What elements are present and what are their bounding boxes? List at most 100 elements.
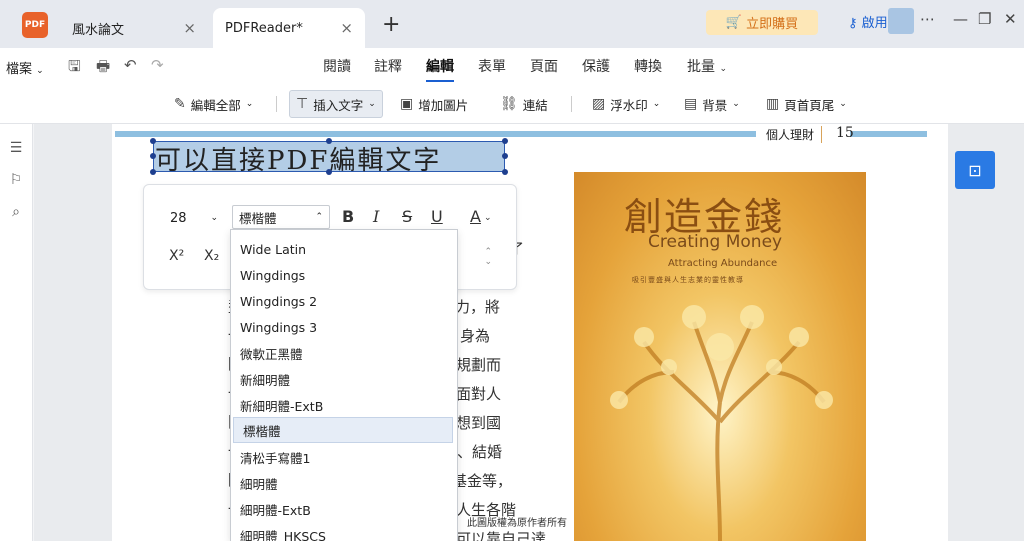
edit-all-button[interactable]: ✎ 編輯全部 ⌄ (168, 90, 259, 118)
more-icon[interactable]: ⋯ (920, 10, 935, 28)
italic-button[interactable]: I (373, 207, 379, 226)
font-family-select[interactable]: 標楷體 ⌃ (232, 205, 330, 229)
book-cover-image[interactable]: 創造金錢 Creating Money Attracting Abundance… (574, 172, 866, 541)
link-button[interactable]: ⛓ 連結 (494, 90, 554, 118)
font-option-selected[interactable]: 標楷體 (233, 417, 453, 443)
chevron-down-icon: ⌄ (210, 213, 218, 223)
resize-handle[interactable] (326, 138, 332, 144)
font-family-value: 標楷體 (239, 210, 277, 226)
font-option[interactable]: 細明體_HKSCS (231, 522, 457, 541)
selected-text[interactable]: 可以直接PDF編輯文字 (155, 140, 441, 177)
body-text-line: 身為 (460, 327, 491, 345)
menu-protect[interactable]: 保護 (582, 56, 610, 76)
maximize-icon[interactable]: ❐ (978, 10, 991, 28)
strikethrough-button[interactable]: S (402, 207, 412, 226)
body-text-line: 想到國 (456, 414, 502, 432)
subscript-button[interactable]: X₂ (204, 248, 219, 264)
insert-text-button[interactable]: ⊤ 插入文字 ⌄ (289, 90, 383, 118)
chevron-down-icon: ⌄ (245, 99, 254, 109)
buy-now-button[interactable]: 🛒 立即購買 (706, 10, 818, 35)
save-icon[interactable]: 🖫 (68, 56, 86, 75)
resize-handle[interactable] (326, 169, 332, 175)
resize-handle[interactable] (150, 153, 156, 159)
font-option[interactable]: Wide Latin (231, 236, 457, 262)
add-image-label: 增加圖片 (418, 97, 469, 113)
resize-handle[interactable] (502, 169, 508, 175)
font-color-button[interactable]: A (470, 207, 481, 226)
menu-batch[interactable]: 批量 ⌄ (687, 56, 727, 76)
app-logo: PDF (22, 12, 48, 38)
new-tab-button[interactable]: + (382, 12, 400, 37)
avatar[interactable] (888, 8, 914, 34)
menu-convert[interactable]: 轉換 (634, 56, 662, 76)
font-option[interactable]: 細明體 (231, 470, 457, 496)
running-header: 個人理財 (766, 128, 815, 142)
cart-icon: 🛒 (725, 15, 743, 30)
body-text-line: 可以靠自己達 (456, 530, 547, 541)
key-icon: ⚷ (848, 16, 858, 31)
chevron-down-icon: ⌄ (839, 99, 847, 109)
add-image-button[interactable]: ▣ 增加圖片 (394, 90, 474, 118)
menu-page[interactable]: 頁面 (530, 56, 558, 76)
divider (276, 96, 277, 112)
menu-form[interactable]: 表單 (478, 56, 506, 76)
watermark-button[interactable]: ▨ 浮水印 ⌄ (586, 90, 666, 118)
superscript-button[interactable]: X² (169, 248, 184, 264)
background-button[interactable]: ▤ 背景 ⌄ (678, 90, 746, 118)
menu-annotate[interactable]: 註釋 (374, 56, 402, 76)
file-menu[interactable]: 檔案 ⌄ (6, 58, 44, 77)
menu-edit[interactable]: 編輯 (426, 56, 454, 82)
bookmark-icon[interactable]: ⚐ (7, 172, 25, 190)
undo-icon[interactable]: ↶ (124, 56, 142, 74)
body-text-line: 面對人 (456, 385, 502, 403)
resize-handle[interactable] (502, 153, 508, 159)
resize-handle[interactable] (150, 138, 156, 144)
search-icon[interactable]: ⌕ (7, 204, 25, 222)
underline-button[interactable]: U (431, 207, 443, 226)
cover-copyright: 此圖版權為原作者所有 (467, 518, 567, 529)
font-option[interactable]: Wingdings 3 (231, 314, 457, 340)
resize-handle[interactable] (150, 169, 156, 175)
close-tab-icon[interactable]: × (340, 19, 353, 37)
activate-button[interactable]: ⚷ 啟用 (848, 12, 888, 31)
font-option[interactable]: 新細明體-ExtB (231, 392, 457, 418)
text-recognition-button[interactable]: ⊡ (955, 151, 995, 189)
header-footer-button[interactable]: ▥ 頁首頁尾 ⌄ (760, 90, 853, 118)
chevron-down-icon: ⌄ (36, 66, 44, 76)
font-option[interactable]: Wingdings 2 (231, 288, 457, 314)
document-icon: ▤ (684, 96, 698, 112)
header-rule (850, 131, 927, 137)
tab-fengshui[interactable]: 風水論文 × (58, 8, 208, 48)
file-menu-label: 檔案 (6, 62, 33, 77)
close-tab-icon[interactable]: × (183, 19, 196, 37)
page-number: 15 (836, 125, 854, 141)
print-icon[interactable]: 🖶 (96, 56, 114, 75)
body-text-line: 、結婚 (457, 443, 503, 461)
chevron-down-icon: ⌄ (732, 99, 740, 109)
body-text-line: 基金等， (452, 472, 513, 490)
body-text-line: 規劃而 (456, 356, 502, 374)
tab-pdfreader[interactable]: PDFReader* × (213, 8, 365, 48)
edit-toolbar: ✎ 編輯全部 ⌄ ⊤ 插入文字 ⌄ ▣ 增加圖片 ⛓ 連結 ▨ 浮水印 ⌄ ▤ … (0, 84, 1024, 124)
chevron-down-icon: ⌄ (484, 213, 492, 223)
font-option[interactable]: 清松手寫體1 (231, 444, 457, 470)
minimize-icon[interactable]: — (953, 10, 968, 28)
menu-read[interactable]: 閱讀 (323, 56, 351, 76)
thumbnails-icon[interactable]: ☰ (7, 140, 25, 158)
resize-handle[interactable] (502, 138, 508, 144)
edit-all-label: 編輯全部 (190, 97, 241, 113)
buy-now-label: 立即購買 (746, 17, 799, 32)
activate-label: 啟用 (861, 16, 888, 31)
header-footer-label: 頁首頁尾 (784, 97, 835, 113)
font-option[interactable]: Wingdings (231, 262, 457, 288)
menu-bar: 檔案 ⌄ 🖫 🖶 ↶ ↷ 閱讀 註釋 編輯 表單 頁面 保護 轉換 批量 ⌄ (0, 48, 1024, 84)
font-size-select[interactable]: 28 ⌄ (166, 207, 222, 229)
font-option[interactable]: 新細明體 (231, 366, 457, 392)
close-window-icon[interactable]: ✕ (1004, 10, 1017, 28)
text-box-icon: ⊤ (296, 96, 309, 112)
font-option[interactable]: 細明體-ExtB (231, 496, 457, 522)
redo-icon[interactable]: ↷ (151, 56, 169, 74)
font-option[interactable]: 微軟正黑體 (231, 340, 457, 366)
bold-button[interactable]: B (342, 207, 354, 226)
menu-batch-label: 批量 (687, 59, 715, 75)
